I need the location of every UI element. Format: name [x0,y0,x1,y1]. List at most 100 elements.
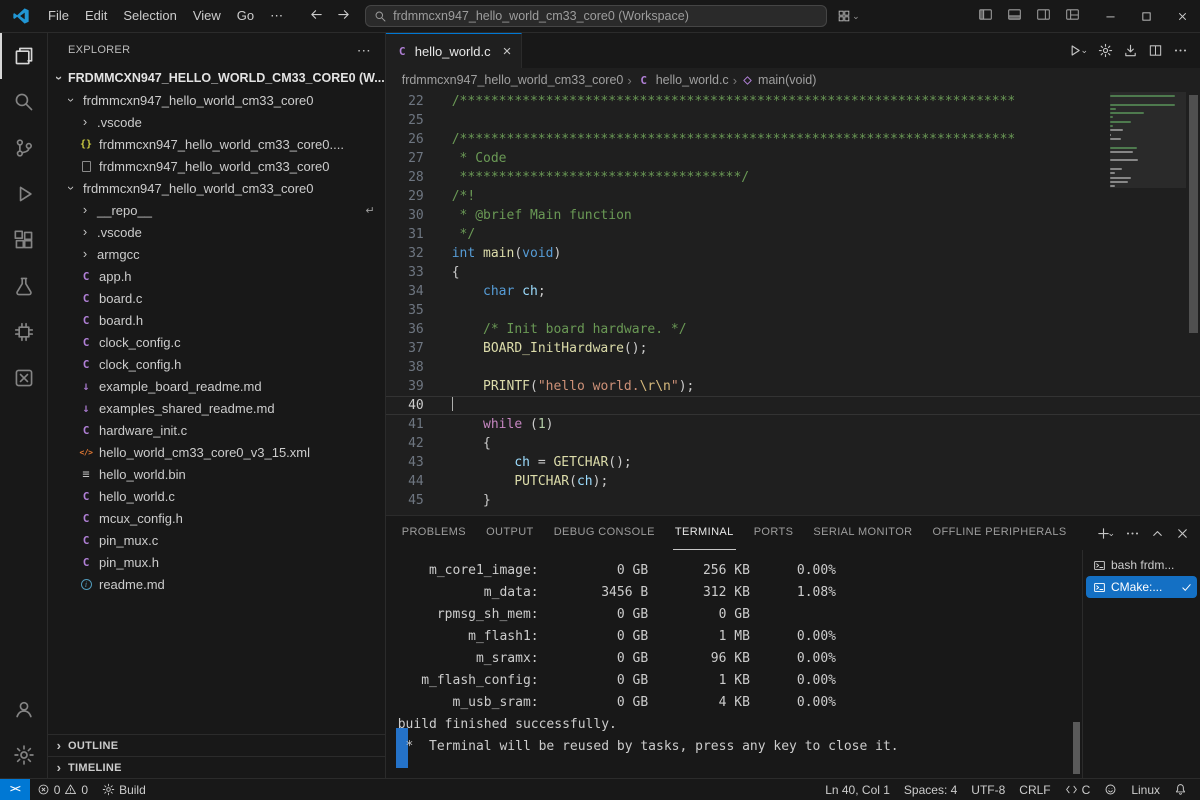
tree-item-repo[interactable]: ›__repo__↵ [48,199,385,221]
menu-go[interactable]: Go [229,4,262,28]
new-terminal-button[interactable]: ⌄ [1094,524,1117,543]
flash-device-button[interactable] [1119,40,1142,61]
remote-indicator[interactable]: >< [0,779,30,800]
menu-file[interactable]: File [40,4,77,28]
maximize-panel-button[interactable] [1148,524,1167,543]
code-line-34[interactable]: 34 char ch; [386,282,1200,301]
code-line-41[interactable]: 41 while (1) [386,415,1200,434]
code-line-36[interactable]: 36 /* Init board hardware. */ [386,320,1200,339]
code-line-28[interactable]: 28 ************************************/ [386,168,1200,187]
code-line-40[interactable]: 40 [386,396,1200,415]
tree-item-clock-config-c[interactable]: Cclock_config.c [48,331,385,353]
terminal-list-item-cmake[interactable]: CMake:... [1086,576,1197,598]
code-line-44[interactable]: 44 PUTCHAR(ch); [386,472,1200,491]
tab-hello-world-c[interactable]: C hello_world.c × [386,33,523,68]
tree-item-app-h[interactable]: Capp.h [48,265,385,287]
panel-tab-debug-console[interactable]: DEBUG CONSOLE [552,516,657,550]
toggle-sidebar-button[interactable] [972,3,999,29]
tree-item-pin-mux-c[interactable]: Cpin_mux.c [48,529,385,551]
panel-tab-offline-peripherals[interactable]: OFFLINE PERIPHERALS [931,516,1069,550]
tree-item-hardware-init-c[interactable]: Chardware_init.c [48,419,385,441]
code-line-39[interactable]: 39 PRINTF("hello world.\r\n"); [386,377,1200,396]
tree-item-hello-world-c[interactable]: Chello_world.c [48,485,385,507]
panel-tab-terminal[interactable]: TERMINAL [673,516,736,550]
code-line-32[interactable]: 32int main(void) [386,244,1200,263]
tab-close-icon[interactable]: × [503,43,512,60]
status-crlf[interactable]: CRLF [1012,779,1057,800]
menu-view[interactable]: View [185,4,229,28]
grid-menu-button[interactable]: ⌄ [837,9,860,23]
code-line-22[interactable]: 22/*************************************… [386,92,1200,111]
tree-item-vscode[interactable]: ›.vscode [48,111,385,133]
activity-source-control[interactable] [0,125,47,171]
activity-explorer[interactable] [0,33,47,79]
tree-item-board-c[interactable]: Cboard.c [48,287,385,309]
code-line-35[interactable]: 35 [386,301,1200,320]
tree-item-hello-world-bin[interactable]: ≡hello_world.bin [48,463,385,485]
status-utf-8[interactable]: UTF-8 [964,779,1012,800]
status-c[interactable]: C [1058,779,1098,800]
activity-extensions[interactable] [0,217,47,263]
command-center-search[interactable]: frdmmcxn947_hello_world_cm33_core0 (Work… [365,5,827,27]
code-line-38[interactable]: 38 [386,358,1200,377]
tree-item-armgcc[interactable]: ›armgcc [48,243,385,265]
activity-test-beaker[interactable] [0,263,47,309]
menu-more[interactable]: ⋯ [262,4,291,28]
editor-scrollbar[interactable] [1186,92,1200,515]
close-window-button[interactable] [1164,0,1200,32]
activity-search[interactable] [0,79,47,125]
status-bell[interactable] [1167,779,1194,800]
panel-tab-output[interactable]: OUTPUT [484,516,536,550]
tree-item-clock-config-h[interactable]: Cclock_config.h [48,353,385,375]
activity-run-debug[interactable] [0,171,47,217]
code-line-27[interactable]: 27 * Code [386,149,1200,168]
tree-item-examples-shared-readme-md[interactable]: ↓examples_shared_readme.md [48,397,385,419]
tree-item-example-board-readme-md[interactable]: ↓example_board_readme.md [48,375,385,397]
build-button[interactable]: Build [95,779,153,800]
status-feedback[interactable] [1097,779,1124,800]
menu-edit[interactable]: Edit [77,4,115,28]
code-line-26[interactable]: 26/*************************************… [386,130,1200,149]
workspace-root-row[interactable]: › FRDMMCXN947_HELLO_WORLD_CM33_CORE0 (W.… [48,67,385,89]
panel-more-actions-button[interactable] [1123,524,1142,543]
breadcrumb-main-void[interactable]: main(void) [741,73,816,87]
activity-settings[interactable] [0,732,47,778]
terminal-list-item-bash-frdm[interactable]: bash frdm... [1086,554,1197,576]
tree-item-mcux-config-h[interactable]: Cmcux_config.h [48,507,385,529]
toggle-panel-button[interactable] [1001,3,1028,29]
toggle-secondary-sidebar-button[interactable] [1030,3,1057,29]
activity-extension-x[interactable] [0,355,47,401]
code-line-43[interactable]: 43 ch = GETCHAR(); [386,453,1200,472]
terminal-scrollbar[interactable] [1072,550,1082,778]
timeline-section[interactable]: › TIMELINE [48,756,385,778]
settings-gear-button[interactable] [1094,40,1117,61]
back-button[interactable] [305,5,328,27]
code-line-45[interactable]: 45 } [386,491,1200,510]
customize-layout-button[interactable] [1059,3,1086,29]
code-line-30[interactable]: 30 * @brief Main function [386,206,1200,225]
tree-item-board-h[interactable]: Cboard.h [48,309,385,331]
editor-more-actions-button[interactable] [1169,40,1192,61]
code-line-31[interactable]: 31 */ [386,225,1200,244]
panel-tab-problems[interactable]: PROBLEMS [400,516,468,550]
breadcrumb-hello-world-c[interactable]: Chello_world.c [636,73,729,87]
tree-item-frdmmcxn947-hello-world-cm33-core0[interactable]: ›frdmmcxn947_hello_world_cm33_core0 [48,177,385,199]
tree-item-pin-mux-h[interactable]: Cpin_mux.h [48,551,385,573]
run-file-button[interactable]: ⌄ [1063,40,1092,61]
tree-item-hello-world-cm33-core0-v3-15-xml[interactable]: </>hello_world_cm33_core0_v3_15.xml [48,441,385,463]
breadcrumb-frdmmcxn947-hello-world-cm33-core0[interactable]: frdmmcxn947_hello_world_cm33_core0 [402,73,624,87]
outline-section[interactable]: › OUTLINE [48,734,385,756]
code-line-29[interactable]: 29/*! [386,187,1200,206]
code-line-25[interactable]: 25 [386,111,1200,130]
minimize-button[interactable] [1092,0,1128,32]
panel-tab-ports[interactable]: PORTS [752,516,796,550]
tree-item-frdmmcxn947-hello-world-cm33-core0[interactable]: ›frdmmcxn947_hello_world_cm33_core0 [48,89,385,111]
status-spaces-4[interactable]: Spaces: 4 [897,779,964,800]
terminal-scrollbar-thumb[interactable] [1073,722,1080,774]
close-panel-button[interactable] [1173,524,1192,543]
menu-selection[interactable]: Selection [115,4,184,28]
status-linux[interactable]: Linux [1124,779,1167,800]
split-editor-button[interactable] [1144,40,1167,61]
scrollbar-thumb[interactable] [1189,95,1198,333]
explorer-more-actions-icon[interactable]: ⋯ [353,42,375,59]
